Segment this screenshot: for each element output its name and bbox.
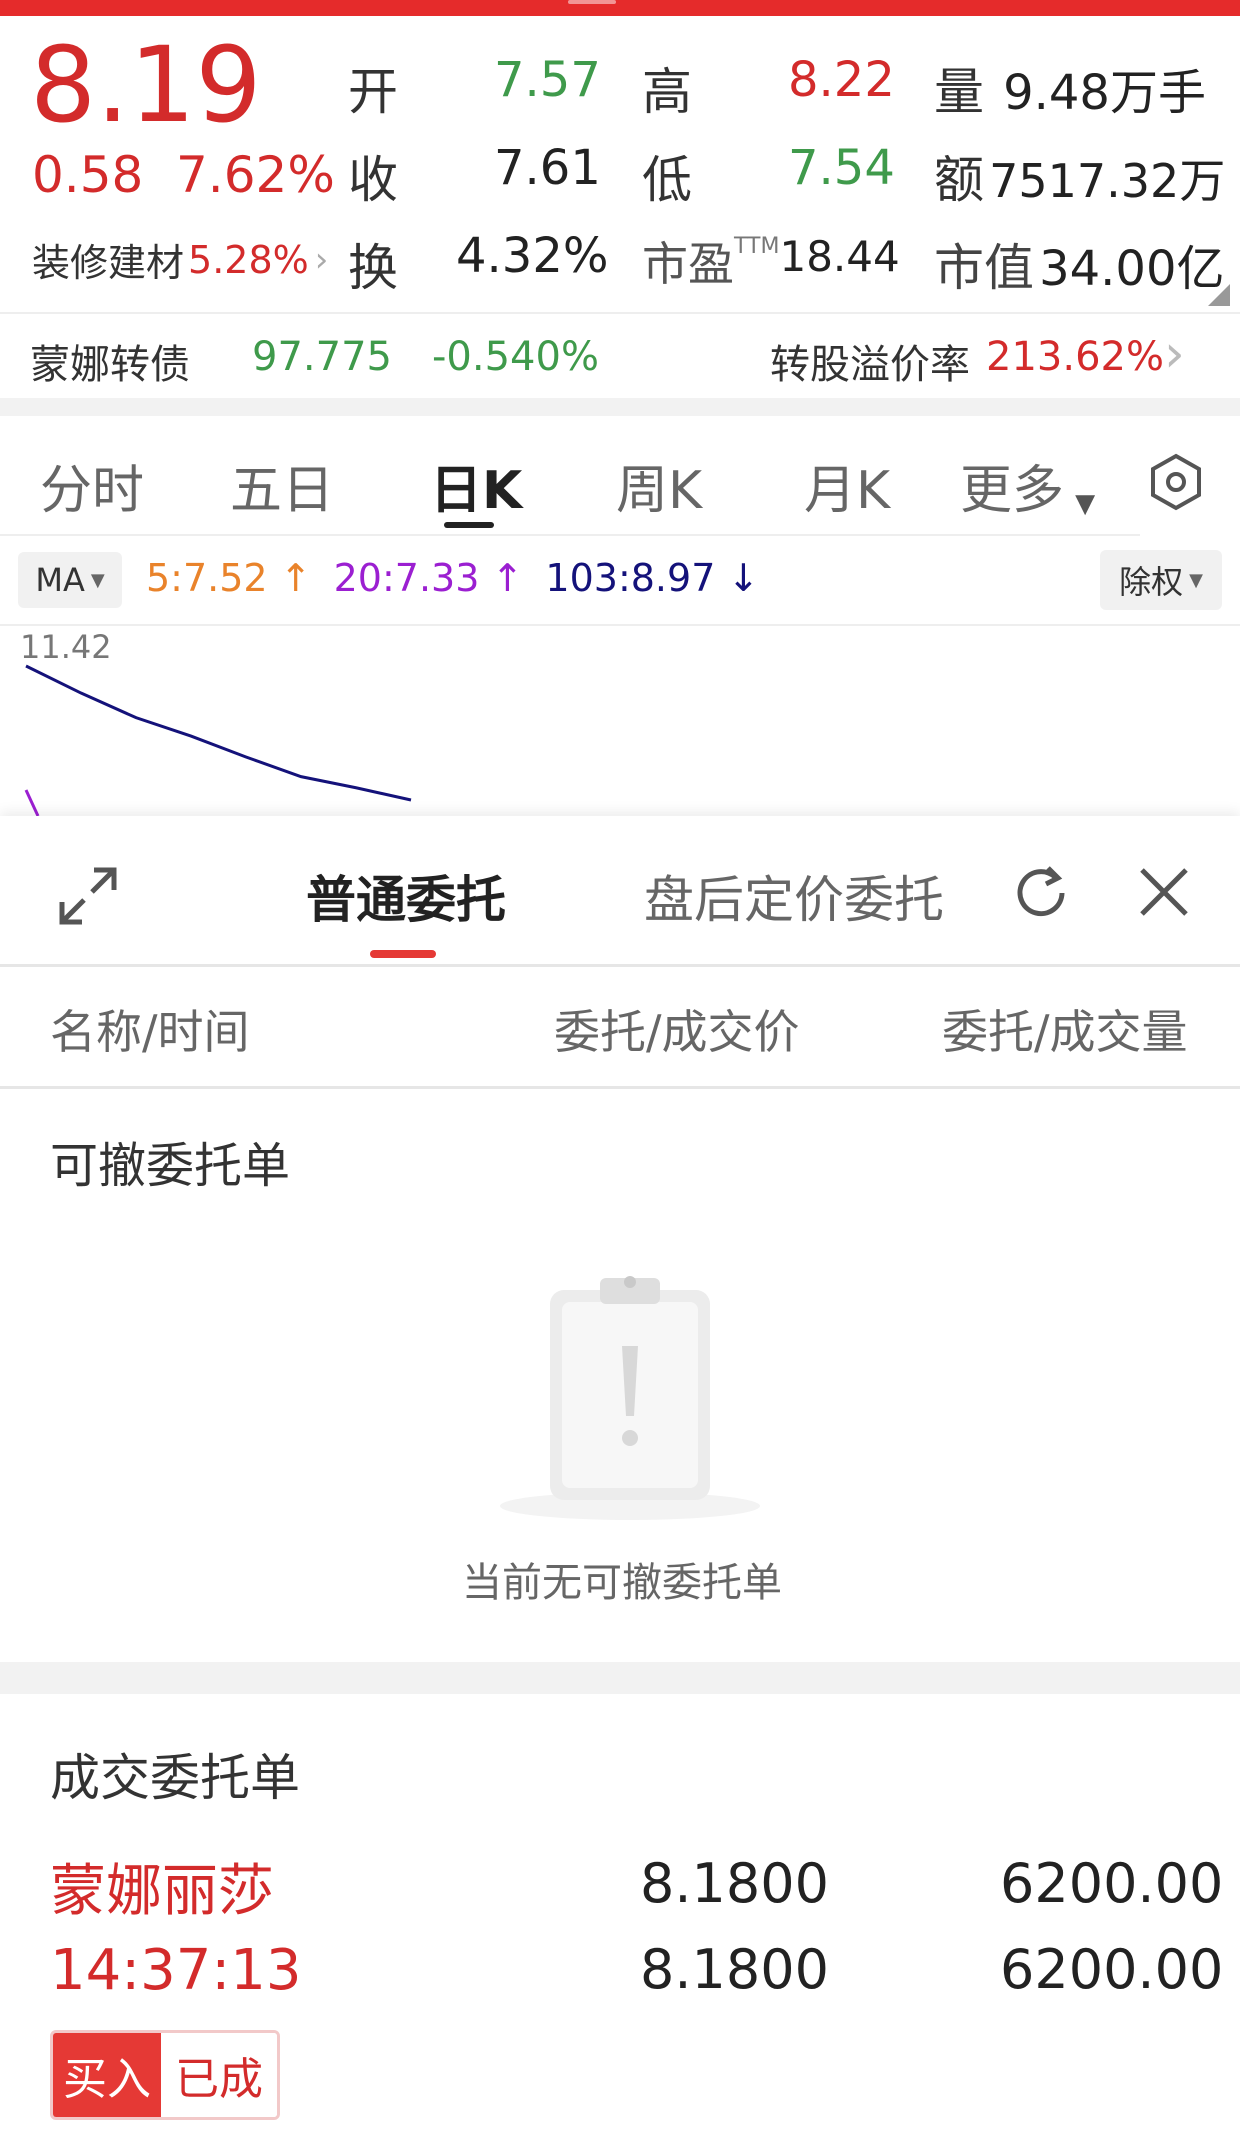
ma103-line bbox=[25, 664, 412, 802]
col-header-price: 委托/成交价 bbox=[554, 1005, 800, 1059]
tab-more-label: 更多 bbox=[960, 461, 1065, 521]
status-bar bbox=[0, 0, 1240, 16]
open-value: 7.57 bbox=[494, 52, 601, 108]
tab-five-day[interactable]: 五日 bbox=[230, 448, 334, 523]
ma5-value: 5:7.52 bbox=[146, 556, 268, 600]
pe-sup: TTM bbox=[734, 234, 780, 259]
ma-values: 5:7.52 ↑ 20:7.33 ↑ 103:8.97 ↓ bbox=[146, 556, 759, 600]
settings-hexagon-icon[interactable] bbox=[1146, 452, 1206, 512]
sector-link[interactable]: 装修建材 5.28% › bbox=[32, 232, 328, 287]
price-change-pct: 7.62% bbox=[176, 146, 335, 204]
sector-pct: 5.28% bbox=[188, 237, 309, 282]
amount-value: 7517.32万 bbox=[989, 154, 1226, 208]
pe-label: 市盈 bbox=[642, 237, 734, 291]
divider bbox=[0, 1086, 1240, 1089]
low-label: 低 bbox=[642, 151, 692, 209]
close-label: 收 bbox=[348, 151, 398, 209]
divider bbox=[0, 534, 1140, 536]
high-label: 高 bbox=[642, 63, 692, 121]
filled-order-row[interactable]: 蒙娜丽莎 14:37:13 8.1800 8.1800 6200.00 6200… bbox=[0, 1846, 1240, 2146]
order-status-tag: 买入 已成 bbox=[50, 2030, 280, 2120]
order-stock-name: 蒙娜丽莎 bbox=[50, 1859, 274, 1924]
pe-block: 市盈 TTM 18.44 bbox=[642, 228, 900, 294]
ma103-value: 103:8.97 bbox=[545, 556, 716, 600]
order-price: 8.1800 bbox=[640, 1852, 829, 1915]
empty-clipboard-icon bbox=[500, 1276, 760, 1520]
amount-label: 额 bbox=[934, 151, 984, 209]
mcap-value: 34.00亿 bbox=[1039, 241, 1225, 297]
active-tab-indicator bbox=[370, 950, 436, 958]
sector-name: 装修建材 bbox=[32, 241, 185, 285]
tab-monthly-k[interactable]: 月K bbox=[804, 448, 890, 523]
caret-down-icon: ▼ bbox=[1189, 569, 1203, 591]
turnover-value: 4.32% bbox=[456, 228, 609, 284]
empty-state-text: 当前无可撤委托单 bbox=[462, 1560, 782, 1606]
bond-row[interactable]: 蒙娜转债 97.775 -0.540% 转股溢价率 213.62% › bbox=[0, 314, 1240, 398]
order-side-badge: 买入 bbox=[53, 2033, 161, 2117]
tab-more[interactable]: 更多 ▼ bbox=[960, 448, 1095, 523]
ma-selector-label: MA bbox=[35, 561, 85, 599]
pe-value: 18.44 bbox=[779, 232, 900, 281]
adjust-label: 除权 bbox=[1119, 563, 1184, 601]
tab-daily-k[interactable]: 日K bbox=[430, 448, 522, 523]
chart-tabs: 分时 五日 日K 周K 月K 更多 ▼ bbox=[0, 416, 1240, 534]
arrow-up-icon: ↑ bbox=[491, 556, 524, 600]
premium-label: 转股溢价率 bbox=[770, 342, 970, 388]
tab-intraday[interactable]: 分时 bbox=[40, 448, 144, 523]
divider bbox=[0, 964, 1240, 967]
caret-down-icon: ▼ bbox=[1075, 488, 1096, 519]
chevron-right-icon: › bbox=[1164, 324, 1185, 384]
deal-qty: 6200.00 bbox=[1000, 1938, 1224, 2001]
tab-after-hours-order[interactable]: 盘后定价委托 bbox=[644, 860, 944, 932]
kline-chart[interactable] bbox=[0, 626, 1240, 816]
expand-icon[interactable] bbox=[56, 864, 120, 928]
bond-name: 蒙娜转债 bbox=[30, 342, 190, 388]
order-status-badge: 已成 bbox=[161, 2033, 277, 2117]
tab-normal-order[interactable]: 普通委托 bbox=[306, 860, 506, 932]
status-notch bbox=[568, 0, 616, 4]
expand-corner-icon[interactable] bbox=[1208, 284, 1230, 306]
order-time: 14:37:13 bbox=[50, 1938, 302, 2003]
high-value: 8.22 bbox=[788, 52, 895, 108]
refresh-icon[interactable] bbox=[1010, 862, 1072, 924]
volume-value: 9.48万手 bbox=[1003, 65, 1206, 121]
ma20-line bbox=[24, 789, 40, 816]
ma20-value: 20:7.33 bbox=[333, 556, 480, 600]
deal-price: 8.1800 bbox=[640, 1938, 829, 2001]
chevron-right-icon: › bbox=[314, 239, 329, 280]
orders-panel: 普通委托 盘后定价委托 名称/时间 委托/成交价 委托/成交量 可撤委托单 当前… bbox=[0, 816, 1240, 2151]
low-value: 7.54 bbox=[788, 140, 895, 196]
volume-block: 量 9.48万手 bbox=[934, 52, 1206, 124]
bond-price: 97.775 bbox=[252, 334, 392, 380]
mcap-label: 市值 bbox=[934, 239, 1034, 297]
volume-label: 量 bbox=[934, 63, 984, 121]
col-header-name-time: 名称/时间 bbox=[50, 1005, 250, 1059]
section-gap bbox=[0, 1662, 1240, 1694]
ma-selector[interactable]: MA ▼ bbox=[18, 552, 122, 608]
order-qty: 6200.00 bbox=[1000, 1852, 1224, 1915]
close-icon[interactable] bbox=[1138, 866, 1190, 918]
col-header-qty: 委托/成交量 bbox=[942, 1005, 1188, 1059]
price-change: 0.58 bbox=[32, 146, 144, 204]
open-label: 开 bbox=[348, 63, 398, 121]
mcap-block: 市值 34.00亿 bbox=[934, 228, 1225, 300]
section-gap bbox=[0, 398, 1240, 416]
filled-orders-title: 成交委托单 bbox=[50, 1749, 300, 1807]
caret-down-icon: ▼ bbox=[90, 569, 105, 591]
turnover-label: 换 bbox=[348, 239, 398, 297]
premium-value: 213.62% bbox=[986, 334, 1164, 380]
tab-weekly-k[interactable]: 周K bbox=[616, 448, 702, 523]
amount-block: 额 7517.32万 bbox=[934, 140, 1225, 212]
adjust-selector[interactable]: 除权 ▼ bbox=[1100, 550, 1222, 610]
arrow-up-icon: ↑ bbox=[279, 556, 312, 600]
arrow-down-icon: ↓ bbox=[727, 556, 760, 600]
cancelable-orders-title: 可撤委托单 bbox=[50, 1138, 291, 1194]
bond-pct: -0.540% bbox=[432, 334, 599, 380]
last-price: 8.19 bbox=[30, 24, 262, 146]
close-value: 7.61 bbox=[494, 140, 601, 196]
active-tab-indicator bbox=[444, 522, 494, 528]
